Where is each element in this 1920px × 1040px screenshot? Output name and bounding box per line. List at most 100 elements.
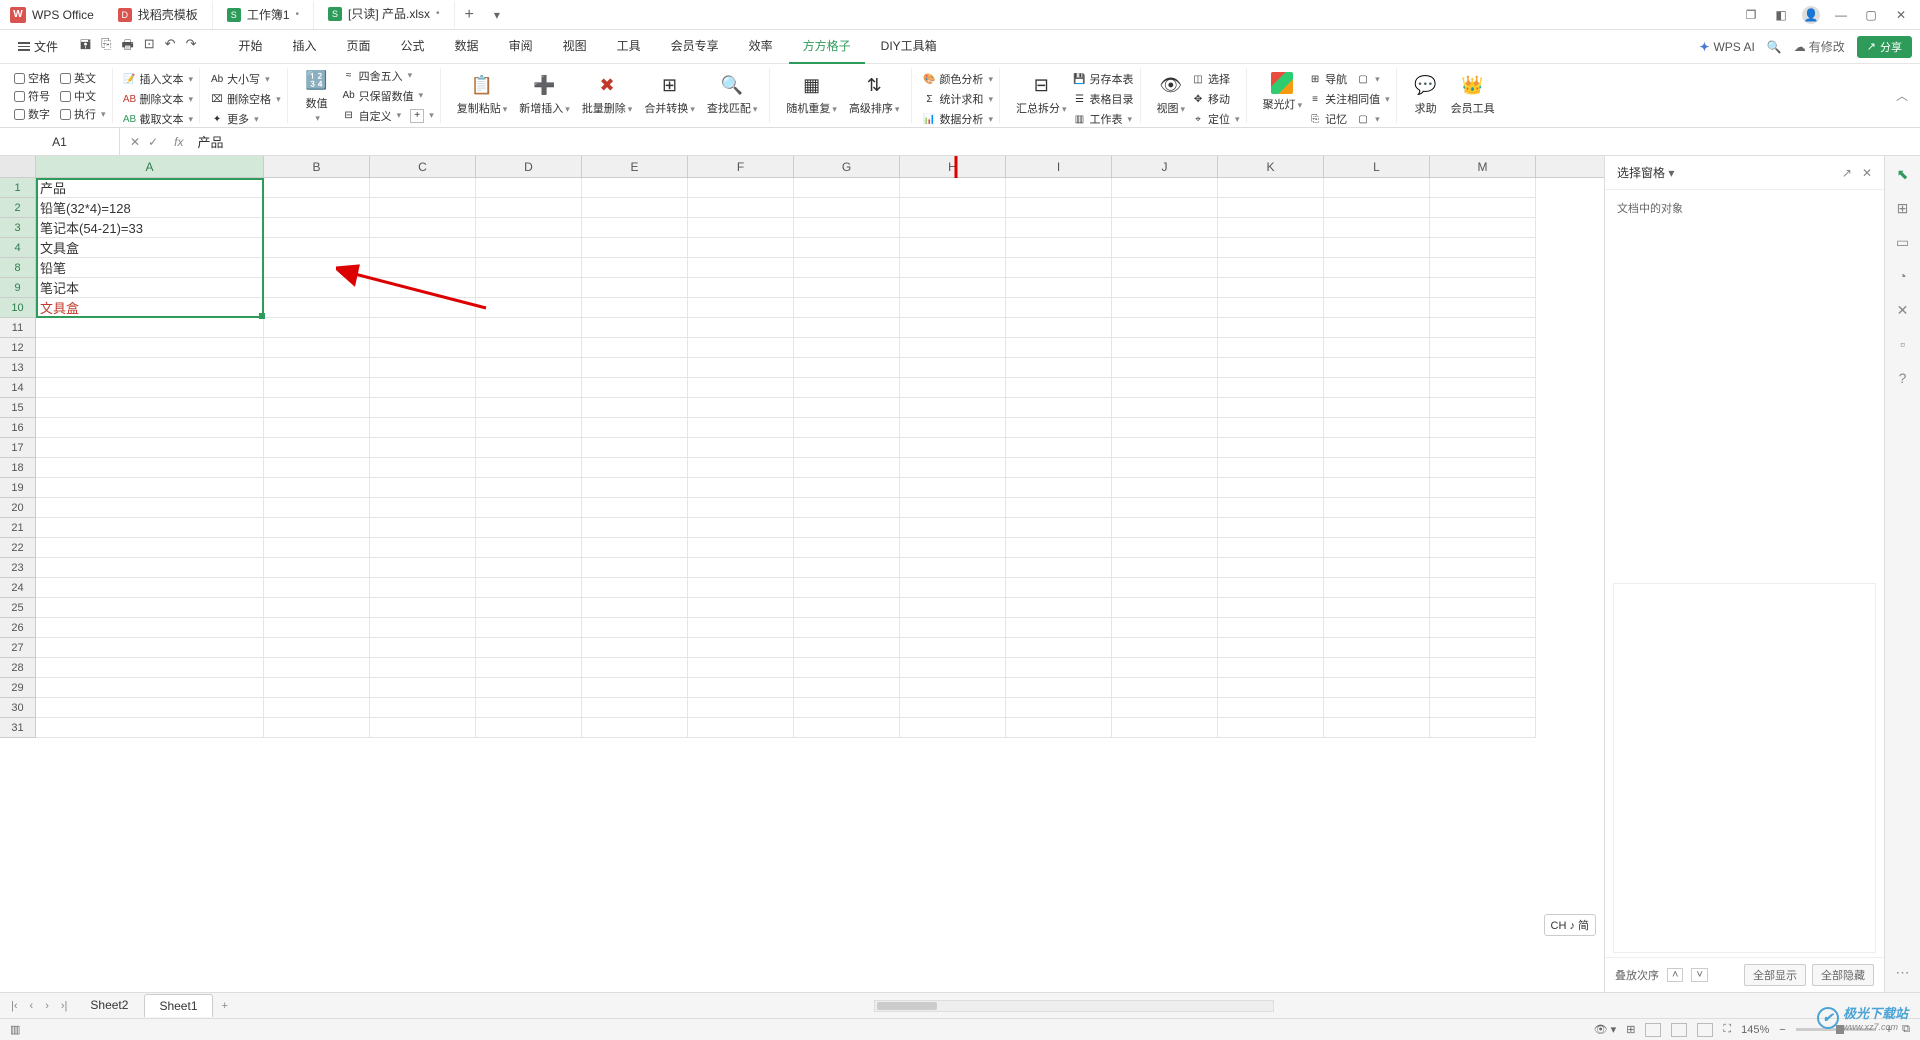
cell-M2[interactable] [1430,198,1536,218]
cell-D18[interactable] [476,458,582,478]
cell-A1[interactable]: 产品 [36,178,264,198]
cell-B11[interactable] [264,318,370,338]
cell-H24[interactable] [900,578,1006,598]
check-chinese[interactable]: 中文 [60,88,96,104]
cell-I1[interactable] [1006,178,1112,198]
cell-D24[interactable] [476,578,582,598]
cell-H17[interactable] [900,438,1006,458]
col-header-E[interactable]: E [582,156,688,177]
navigate-button[interactable]: ⊞导航 ▢▾ [1308,70,1390,88]
cell-C15[interactable] [370,398,476,418]
cell-I12[interactable] [1006,338,1112,358]
cell-E15[interactable] [582,398,688,418]
cell-G30[interactable] [794,698,900,718]
cell-J31[interactable] [1112,718,1218,738]
cell-D8[interactable] [476,258,582,278]
cell-D1[interactable] [476,178,582,198]
row-header-24[interactable]: 24 [0,578,36,598]
cell-L17[interactable] [1324,438,1430,458]
select-button[interactable]: ◫选择 [1191,70,1240,88]
cell-I18[interactable] [1006,458,1112,478]
cell-D27[interactable] [476,638,582,658]
cell-I9[interactable] [1006,278,1112,298]
col-header-M[interactable]: M [1430,156,1536,177]
cell-F16[interactable] [688,418,794,438]
cut-text-button[interactable]: AB截取文本▾ [123,110,194,128]
cell-L18[interactable] [1324,458,1430,478]
row-header-29[interactable]: 29 [0,678,36,698]
cell-L15[interactable] [1324,398,1430,418]
menu-tab-方方格子[interactable]: 方方格子 [789,29,865,64]
cell-J29[interactable] [1112,678,1218,698]
menu-tab-工具[interactable]: 工具 [603,29,655,64]
cell-B12[interactable] [264,338,370,358]
row-header-28[interactable]: 28 [0,658,36,678]
cell-A30[interactable] [36,698,264,718]
cell-E12[interactable] [582,338,688,358]
cell-H29[interactable] [900,678,1006,698]
file-menu[interactable]: 文件 [8,34,68,59]
cell-J21[interactable] [1112,518,1218,538]
menu-tab-公式[interactable]: 公式 [387,29,439,64]
tab-more-icon[interactable]: • [436,8,440,19]
cell-K21[interactable] [1218,518,1324,538]
cell-K10[interactable] [1218,298,1324,318]
menu-tab-效率[interactable]: 效率 [735,29,787,64]
cell-M13[interactable] [1430,358,1536,378]
wps-ai-button[interactable]: ✦ WPS AI [1699,40,1754,54]
modify-indicator[interactable]: ☁ 有修改 [1794,38,1845,55]
view-button[interactable]: 👁视图▾ [1151,70,1192,121]
cell-M11[interactable] [1430,318,1536,338]
box-icon[interactable]: ▢ [1356,112,1370,126]
cell-E21[interactable] [582,518,688,538]
cell-J10[interactable] [1112,298,1218,318]
cell-M24[interactable] [1430,578,1536,598]
custom-button[interactable]: ⊟自定义▾ +▾ [342,107,434,125]
title-tab-product[interactable]: S [只读] 产品.xlsx • [314,1,455,29]
tab-list-button[interactable]: ▾ [484,8,510,22]
cell-J22[interactable] [1112,538,1218,558]
cell-D23[interactable] [476,558,582,578]
cell-H14[interactable] [900,378,1006,398]
cell-E16[interactable] [582,418,688,438]
cell-G10[interactable] [794,298,900,318]
ribbon-collapse-button[interactable]: ︿ [1896,68,1912,123]
cell-L31[interactable] [1324,718,1430,738]
cell-G2[interactable] [794,198,900,218]
print-icon[interactable]: 🖶 [121,36,133,58]
pane-close-icon[interactable]: ✕ [1862,166,1872,180]
cell-D4[interactable] [476,238,582,258]
cell-E30[interactable] [582,698,688,718]
search-icon[interactable]: 🔍 [1767,40,1782,54]
cell-L22[interactable] [1324,538,1430,558]
same-value-button[interactable]: ≡关注相同值▾ [1308,90,1390,108]
cell-D13[interactable] [476,358,582,378]
cell-H1[interactable] [900,178,1006,198]
maximize-button[interactable]: ▢ [1862,6,1880,24]
tool-icon-7[interactable]: ? [1893,368,1913,388]
row-header-18[interactable]: 18 [0,458,36,478]
cell-C29[interactable] [370,678,476,698]
col-header-K[interactable]: K [1218,156,1324,177]
cell-I28[interactable] [1006,658,1112,678]
cell-C1[interactable] [370,178,476,198]
cell-F26[interactable] [688,618,794,638]
cell-G16[interactable] [794,418,900,438]
cell-D31[interactable] [476,718,582,738]
cell-M29[interactable] [1430,678,1536,698]
preview-icon[interactable]: ⊡ [144,36,155,58]
cell-G17[interactable] [794,438,900,458]
cell-B8[interactable] [264,258,370,278]
cell-A16[interactable] [36,418,264,438]
find-match-button[interactable]: 🔍查找匹配▾ [701,70,764,121]
cell-D16[interactable] [476,418,582,438]
name-box[interactable]: A1 [0,128,120,155]
cell-F2[interactable] [688,198,794,218]
cell-A29[interactable] [36,678,264,698]
cell-K2[interactable] [1218,198,1324,218]
cell-H10[interactable] [900,298,1006,318]
cell-H27[interactable] [900,638,1006,658]
cell-F31[interactable] [688,718,794,738]
col-header-C[interactable]: C [370,156,476,177]
cube-icon[interactable]: ◧ [1772,6,1790,24]
